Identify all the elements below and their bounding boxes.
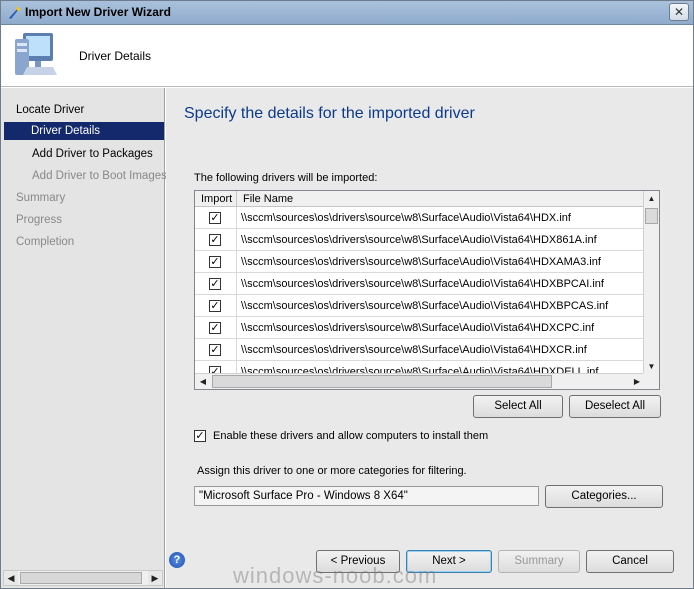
nav-item-completion: Completion (16, 236, 75, 248)
driver-list[interactable]: Import File Name ✓ \\sccm\sources\os\dri… (194, 190, 660, 390)
select-all-button[interactable]: Select All (473, 395, 563, 418)
import-cell: ✓ (195, 207, 237, 229)
import-checkbox[interactable]: ✓ (209, 300, 221, 312)
scroll-left-arrow-icon[interactable]: ◀ (195, 374, 211, 389)
import-checkbox[interactable]: ✓ (209, 278, 221, 290)
wizard-header: Driver Details (1, 26, 693, 87)
page-heading: Specify the details for the imported dri… (184, 105, 475, 122)
table-row[interactable]: ✓ \\sccm\sources\os\drivers\source\w8\Su… (195, 273, 645, 295)
file-name-cell: \\sccm\sources\os\drivers\source\w8\Surf… (241, 278, 604, 290)
scroll-left-arrow-icon[interactable]: ◀ (4, 571, 18, 585)
window-title: Import New Driver Wizard (25, 5, 171, 19)
column-header-import[interactable]: Import (195, 191, 237, 207)
table-row[interactable]: ✓ \\sccm\sources\os\drivers\source\w8\Su… (195, 229, 645, 251)
table-row[interactable]: ✓ \\sccm\sources\os\drivers\source\w8\Su… (195, 207, 645, 229)
close-button[interactable]: ✕ (669, 3, 689, 21)
nav-item-add-driver-to-boot-images: Add Driver to Boot Images (32, 170, 167, 182)
nav-item-progress: Progress (16, 214, 63, 226)
deselect-all-button[interactable]: Deselect All (569, 395, 661, 418)
scroll-thumb[interactable] (645, 208, 658, 224)
file-name-cell: \\sccm\sources\os\drivers\source\w8\Surf… (241, 256, 601, 268)
column-header-file-name[interactable]: File Name (237, 191, 645, 207)
file-name-cell: \\sccm\sources\os\drivers\source\w8\Surf… (241, 322, 595, 334)
import-cell: ✓ (195, 317, 237, 339)
step-title: Driver Details (79, 49, 152, 63)
scroll-thumb[interactable] (20, 572, 142, 584)
cancel-button[interactable]: Cancel (586, 550, 674, 573)
import-checkbox[interactable]: ✓ (209, 256, 221, 268)
table-row[interactable]: ✓ \\sccm\sources\os\drivers\source\w8\Su… (195, 295, 645, 317)
driver-list-header: Import File Name (195, 191, 645, 207)
previous-button[interactable]: < Previous (316, 550, 400, 573)
computer-icon (15, 33, 57, 75)
file-name-cell: \\sccm\sources\os\drivers\source\w8\Surf… (241, 344, 587, 356)
table-row[interactable]: ✓ \\sccm\sources\os\drivers\source\w8\Su… (195, 251, 645, 273)
import-checkbox[interactable]: ✓ (209, 212, 221, 224)
table-row[interactable]: ✓ \\sccm\sources\os\drivers\source\w8\Su… (195, 339, 645, 361)
driver-list-vertical-scrollbar[interactable]: ▲ ▼ (643, 191, 659, 375)
enable-drivers-checkbox[interactable]: ✓ (194, 430, 206, 442)
enable-drivers-label: Enable these drivers and allow computers… (213, 430, 489, 442)
import-cell: ✓ (195, 295, 237, 317)
next-button[interactable]: Next > (406, 550, 492, 573)
driver-list-label: The following drivers will be imported: (194, 172, 378, 184)
import-checkbox[interactable]: ✓ (209, 344, 221, 356)
file-name-cell: \\sccm\sources\os\drivers\source\w8\Surf… (241, 300, 609, 312)
driver-rows: ✓ \\sccm\sources\os\drivers\source\w8\Su… (195, 207, 645, 375)
nav-item-add-driver-to-packages: Add Driver to Packages (32, 148, 153, 160)
category-field: "Microsoft Surface Pro - Windows 8 X64" (194, 486, 539, 506)
file-name-cell: \\sccm\sources\os\drivers\source\w8\Surf… (241, 212, 571, 224)
import-checkbox[interactable]: ✓ (209, 234, 221, 246)
nav-item-summary: Summary (16, 192, 66, 204)
wizard-navigation: Locate Driver Driver Details Add Driver … (1, 88, 167, 588)
file-name-cell: \\sccm\sources\os\drivers\source\w8\Surf… (241, 234, 597, 246)
scrollbar-corner (643, 373, 659, 389)
help-icon[interactable]: ? (169, 552, 185, 568)
wizard-app-icon (9, 6, 21, 19)
table-row[interactable]: ✓ \\sccm\sources\os\drivers\source\w8\Su… (195, 317, 645, 339)
nav-horizontal-scrollbar[interactable]: ◀ ▶ (3, 570, 163, 586)
import-cell: ✓ (195, 251, 237, 273)
categories-button[interactable]: Categories... (545, 485, 663, 508)
summary-button: Summary (498, 550, 580, 573)
close-icon: ✕ (673, 5, 685, 19)
import-cell: ✓ (195, 273, 237, 295)
import-cell: ✓ (195, 339, 237, 361)
driver-list-horizontal-scrollbar[interactable]: ◀ ▶ (195, 373, 645, 389)
main-panel: Specify the details for the imported dri… (166, 88, 693, 588)
import-cell: ✓ (195, 229, 237, 251)
import-checkbox[interactable]: ✓ (209, 322, 221, 334)
title-bar[interactable]: Import New Driver Wizard ✕ (1, 1, 693, 25)
assign-category-label: Assign this driver to one or more catego… (197, 465, 467, 477)
nav-item-locate-driver: Locate Driver (16, 104, 85, 116)
wizard-window: Import New Driver Wizard ✕ Driver Detail… (0, 0, 694, 589)
scroll-right-arrow-icon[interactable]: ▶ (148, 571, 162, 585)
nav-item-driver-details: Driver Details (4, 122, 164, 140)
scroll-up-arrow-icon[interactable]: ▲ (644, 191, 659, 207)
scroll-thumb[interactable] (212, 375, 552, 388)
